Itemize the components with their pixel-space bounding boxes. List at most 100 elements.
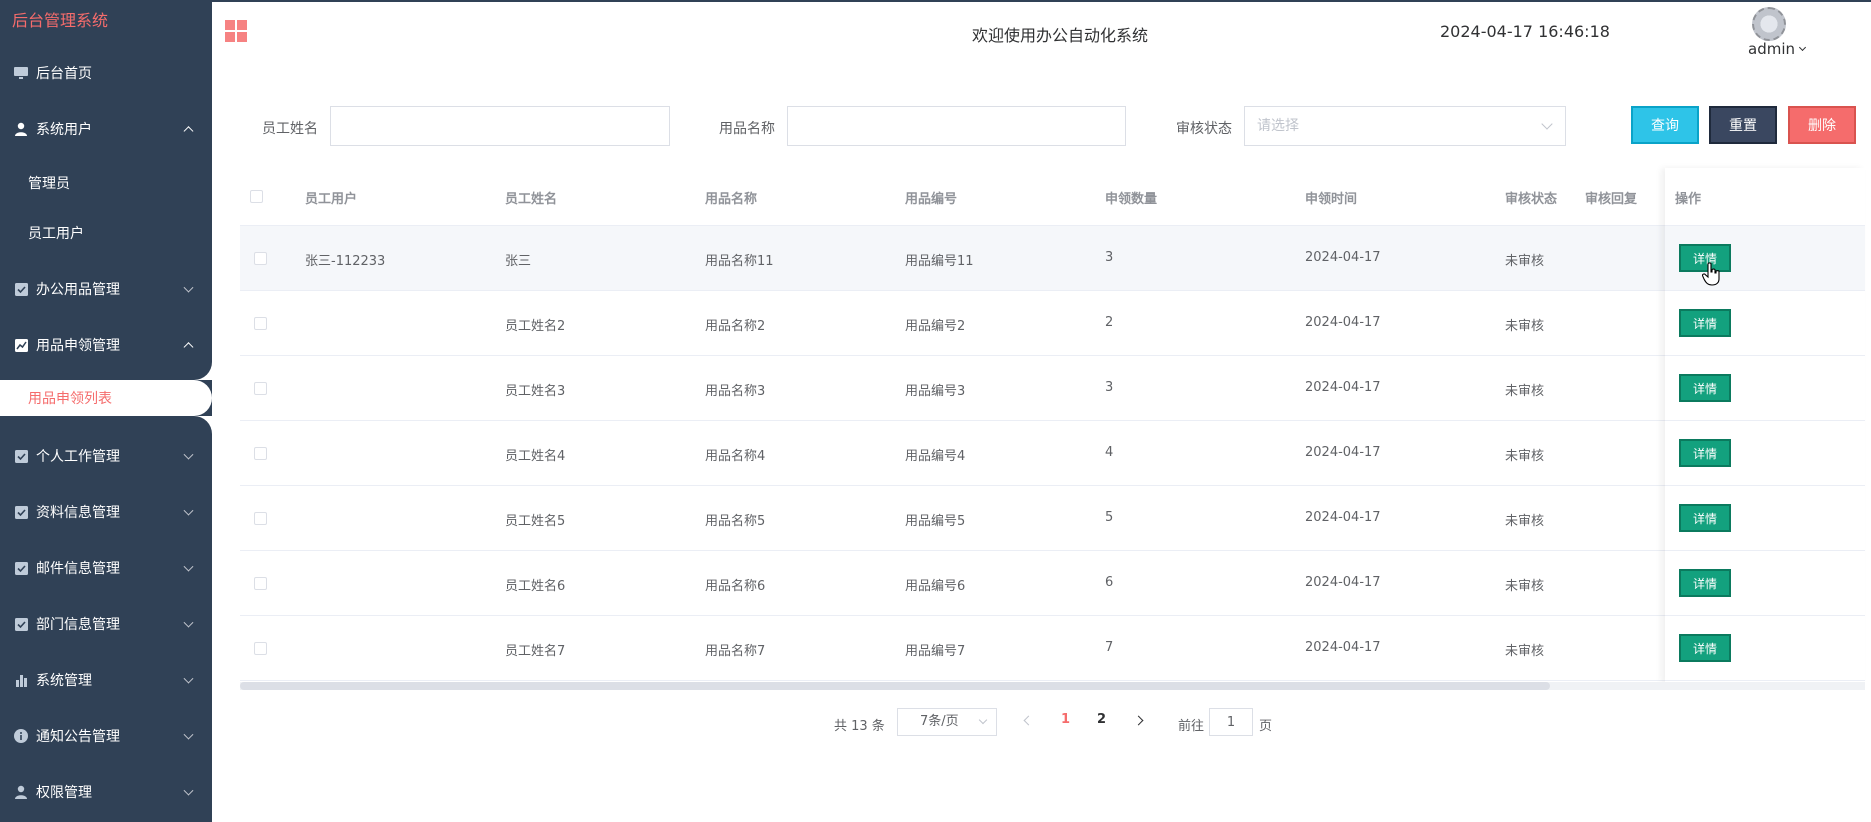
page-number-current[interactable]: 1 [1061,712,1070,727]
row-checkbox[interactable] [254,577,267,590]
cell-qty: 6 [1105,575,1114,590]
cell-date: 2024-04-17 [1305,575,1381,590]
sidebar-item-system-users[interactable]: 系统用户 [0,101,212,157]
cell-qty: 5 [1105,510,1114,525]
chevron-down-icon [183,282,194,293]
sidebar-item-permissions[interactable]: 权限管理 [0,764,212,820]
sidebar-item-office-supplies[interactable]: 办公用品管理 [0,261,212,317]
avatar[interactable] [1752,7,1786,41]
employee-name-label: 员工姓名 [262,121,318,137]
sidebar-item-system-admin[interactable]: 系统管理 [0,652,212,708]
check-square-icon [14,505,28,519]
cell-code: 用品编号4 [905,449,966,464]
sidebar-item-announcements[interactable]: 通知公告管理 [0,708,212,764]
page-number[interactable]: 2 [1097,712,1106,727]
sidebar-item-documents[interactable]: 资料信息管理 [0,484,212,540]
item-name-label: 用品名称 [719,121,775,137]
sidebar-item-employees[interactable]: 员工用户 [0,208,212,258]
caret-down-icon [1798,43,1807,52]
column-header: 用品名称 [705,192,758,207]
sidebar: 后台管理系统 后台首页 系统用户 管理员 员工用户 办公用品管理 用品申领管理 … [0,0,212,822]
goto-page-input[interactable] [1209,708,1253,736]
chevron-down-icon [183,449,194,460]
sidebar-item-personal-work[interactable]: 个人工作管理 [0,428,212,484]
info-icon [14,729,28,743]
reset-button[interactable]: 重置 [1709,106,1777,144]
cell-item: 用品名称2 [705,319,766,334]
sidebar-item-label: 办公用品管理 [36,282,120,298]
row-checkbox[interactable] [254,512,267,525]
row-checkbox[interactable] [254,382,267,395]
column-header: 用品编号 [905,192,958,207]
chart-line-icon [14,338,28,352]
sidebar-item-label: 后台首页 [36,66,92,82]
sidebar-item-admins[interactable]: 管理员 [0,158,212,208]
cell-qty: 3 [1105,250,1114,265]
item-name-input[interactable] [787,106,1126,146]
sidebar-item-mail[interactable]: 邮件信息管理 [0,540,212,596]
cell-qty: 4 [1105,445,1114,460]
sidebar-item-label: 部门信息管理 [36,617,120,633]
cell-date: 2024-04-17 [1305,510,1381,525]
cell-status: 未审核 [1505,579,1545,594]
row-checkbox[interactable] [254,642,267,655]
status-select[interactable]: 请选择 [1244,106,1566,146]
sidebar-item-label: 用品申领管理 [36,338,120,354]
check-square-icon [14,282,28,296]
cell-user: 张三-112233 [305,254,386,269]
cell-code: 用品编号6 [905,579,966,594]
sidebar-item-label: 权限管理 [36,785,92,801]
sidebar-item-label: 邮件信息管理 [36,561,120,577]
scrollbar-thumb[interactable] [240,682,1550,690]
pagination-total: 共 13 条 [834,718,885,734]
cell-item: 用品名称11 [705,254,774,269]
column-header: 申领数量 [1105,192,1158,207]
table-row: 员工姓名3 用品名称3 用品编号3 3 2024-04-17 未审核 详情 [240,356,1865,421]
cell-item: 用品名称3 [705,384,766,399]
page-size-select[interactable]: 7条/页 [897,708,997,736]
cell-name: 员工姓名7 [505,644,566,659]
select-all-checkbox[interactable] [250,190,263,203]
table-row: 员工姓名5 用品名称5 用品编号5 5 2024-04-17 未审核 详情 [240,486,1865,551]
row-checkbox[interactable] [254,317,267,330]
chevron-down-icon [978,715,988,725]
menu-notch [0,362,212,380]
table-row: 员工姓名7 用品名称7 用品编号7 7 2024-04-17 未审核 详情 [240,616,1865,681]
cell-qty: 7 [1105,640,1114,655]
bar-chart-icon [14,673,28,687]
employee-name-input[interactable] [330,106,670,146]
cell-date: 2024-04-17 [1305,250,1381,265]
username: admin [1748,40,1795,58]
check-square-icon [14,617,28,631]
menu-toggle-icon[interactable] [225,20,247,42]
sidebar-item-label: 管理员 [28,176,70,192]
welcome-text: 欢迎使用办公自动化系统 [971,26,1148,45]
table-row: 员工姓名2 用品名称2 用品编号2 2 2024-04-17 未审核 详情 [240,291,1865,356]
sidebar-item-label: 员工用户 [28,226,84,242]
header-divider [212,0,1871,2]
user-icon [14,785,28,799]
sidebar-item-departments[interactable]: 部门信息管理 [0,596,212,652]
user-menu[interactable]: admin [1748,40,1807,58]
cell-date: 2024-04-17 [1305,315,1381,330]
row-checkbox[interactable] [254,447,267,460]
column-header: 审核回复 [1585,192,1638,207]
sidebar-item-supply-request-list[interactable]: 用品申领列表 [0,380,212,416]
cell-date: 2024-04-17 [1305,380,1381,395]
cell-item: 用品名称5 [705,514,766,529]
delete-button[interactable]: 删除 [1788,106,1856,144]
row-checkbox[interactable] [254,252,267,265]
brand-title: 后台管理系统 [12,11,109,30]
query-button[interactable]: 查询 [1631,106,1699,144]
user-icon [14,122,28,136]
page-size-value: 7条/页 [920,714,959,729]
cell-code: 用品编号11 [905,254,974,269]
cell-code: 用品编号3 [905,384,966,399]
sidebar-item-home[interactable]: 后台首页 [0,45,212,101]
chevron-up-icon [183,126,194,137]
goto-suffix: 页 [1259,718,1273,734]
horizontal-scrollbar[interactable] [240,682,1865,690]
cell-status: 未审核 [1505,514,1545,529]
column-header: 申领时间 [1305,192,1358,207]
sidebar-item-label: 通知公告管理 [36,729,120,745]
